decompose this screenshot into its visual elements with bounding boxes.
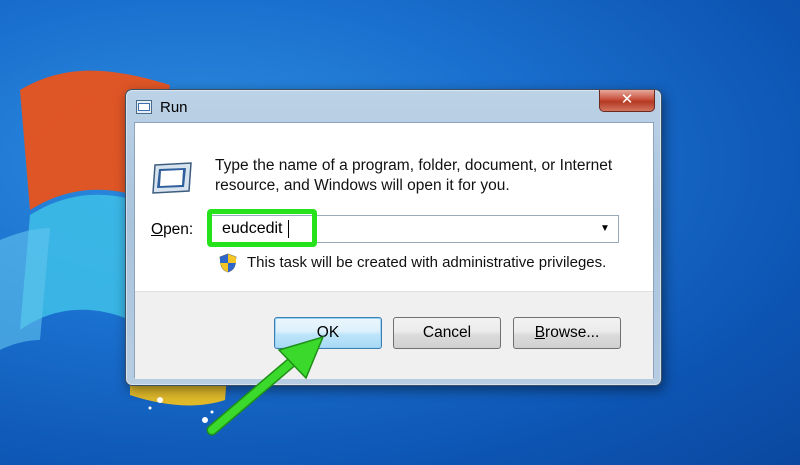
- shield-icon: [219, 253, 237, 273]
- highlight-box: [207, 209, 317, 247]
- run-large-icon: [152, 162, 192, 194]
- open-label-accesskey: O: [151, 221, 164, 238]
- run-dialog: Run ✕ Type the name of a program, folder…: [125, 89, 662, 386]
- run-program-icon: [136, 100, 152, 114]
- cancel-button[interactable]: Cancel: [393, 317, 501, 349]
- instructions-text: Type the name of a program, folder, docu…: [215, 157, 613, 194]
- ok-button[interactable]: OK: [274, 317, 382, 349]
- admin-privileges-notice: This task will be created with administr…: [247, 254, 607, 271]
- chevron-down-icon[interactable]: ▼: [596, 216, 614, 242]
- button-bar: OK Cancel Browse...: [135, 291, 653, 379]
- close-icon: ✕: [620, 91, 634, 108]
- logo-blue-pane: [0, 228, 50, 350]
- close-button[interactable]: ✕: [599, 90, 655, 112]
- browse-accesskey: B: [534, 324, 546, 341]
- browse-button[interactable]: Browse...: [513, 317, 621, 349]
- dialog-title: Run: [160, 99, 188, 116]
- dialog-body: Type the name of a program, folder, docu…: [134, 122, 654, 379]
- open-label: Open:: [151, 221, 193, 239]
- open-label-rest: pen:: [163, 221, 194, 238]
- browse-label-rest: rowse...: [545, 324, 600, 341]
- title-bar[interactable]: Run ✕: [126, 90, 661, 122]
